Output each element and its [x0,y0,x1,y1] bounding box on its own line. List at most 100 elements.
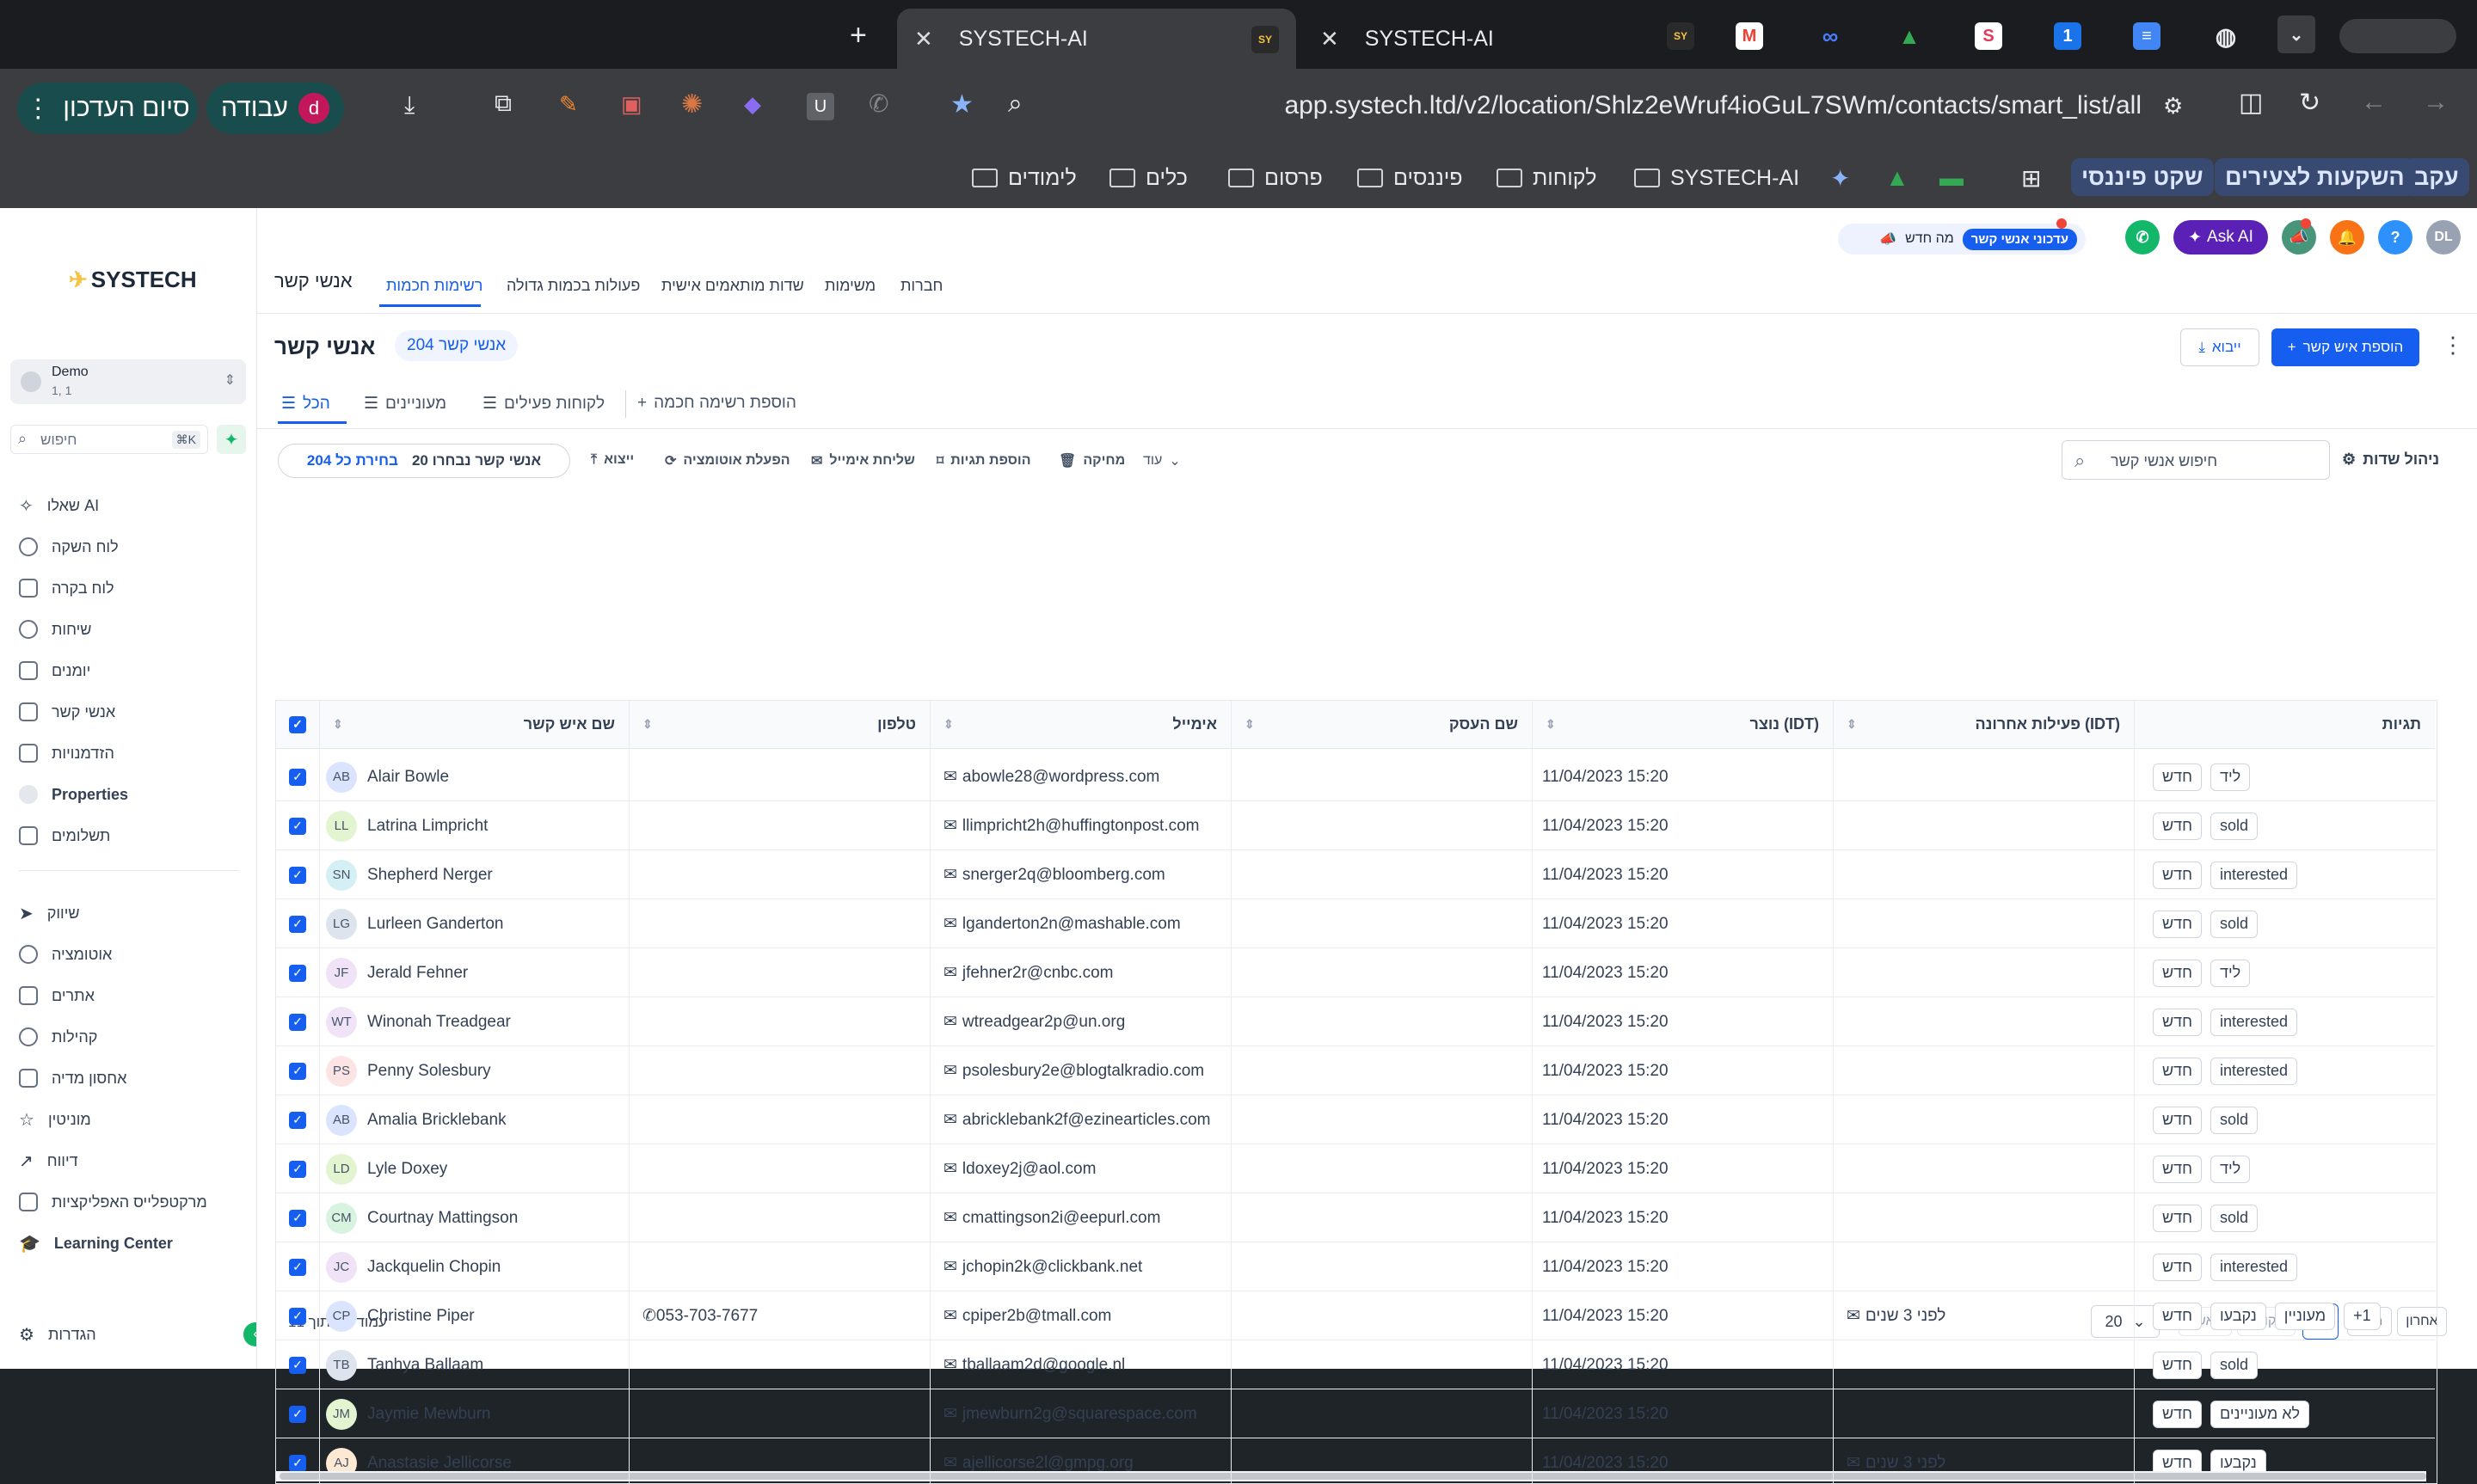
bookmark-folder[interactable]: פרסום [1228,160,1323,196]
sheets-icon[interactable]: ▬ [1939,160,1964,196]
sidebar-item-ask-ai[interactable]: ✧ שאלו AI [19,488,243,523]
checkbox[interactable]: ✓ [289,1356,306,1374]
table-row[interactable]: ✓ SN Shepherd Nerger ✉ snerger2q@bloomberg.… [276,850,2435,899]
column-header-name[interactable]: ⇕ שם איש קשר [319,701,629,749]
drive-icon[interactable]: ▲ [1896,22,1923,50]
selection-chip[interactable]: בחירת כל 204 20 אנשי קשר נבחרו [278,444,570,478]
bookmark-folder[interactable]: לימודים [972,160,1077,196]
email-value[interactable]: abowle28@wordpress.com [962,768,1159,787]
add-tags-button[interactable]: ⌑ הוספת תגיות [937,452,1031,469]
table-row[interactable]: ✓ PS Penny Solesbury ✉ psolesbury2e@blogtal… [276,1046,2435,1095]
bell-icon[interactable]: 🔔 [2330,220,2364,254]
tab-tasks[interactable]: משימות [825,277,876,295]
column-header-tags[interactable]: תגיות [2134,701,2435,749]
bookmark-folder[interactable]: פיננסים [1357,160,1463,196]
profile-switcher[interactable] [2339,19,2456,53]
gmail-icon[interactable]: M [1736,22,1763,50]
phone-extension-icon[interactable]: ✆ [869,89,888,118]
contact-name[interactable]: Winonah Treadgear [367,1013,511,1032]
tab-active[interactable]: ✕ SYSTECH-AI SY [897,9,1296,69]
sort-icon[interactable]: ⇕ [642,717,653,732]
megaphone-icon[interactable]: 📣 [2282,220,2316,254]
tab-companies[interactable]: חברות [900,277,943,295]
gemini-icon[interactable]: ✦ [1830,160,1850,196]
email-value[interactable]: cmattingson2i@eepurl.com [962,1209,1161,1228]
site-settings-icon[interactable]: ⚙ [2163,93,2183,120]
checkbox[interactable]: ✓ [289,1160,306,1178]
account-switcher[interactable]: Demo 1, 1 ⇕ [10,359,246,404]
checkbox[interactable]: ✓ [289,964,306,982]
sidebar-item-learning-center[interactable]: 🎓 Learning Center [19,1226,243,1260]
checkbox[interactable]: ✓ [289,817,306,835]
globe-icon[interactable]: ◍ [2212,22,2240,50]
sidebar-item-media[interactable]: אחסון מדיה [19,1061,243,1095]
pen-extension-icon[interactable]: ✎ [559,91,578,118]
more-dropdown[interactable]: עוד ⌄ [1143,452,1181,469]
search-input[interactable]: ⌕ חיפוש ⌘K [10,425,208,454]
contact-name[interactable]: Lurleen Ganderton [367,915,503,934]
bookmark-pill[interactable]: עקב [2404,158,2469,196]
profile-button[interactable]: עבודה d [206,83,344,134]
checkbox[interactable]: ✓ [289,768,306,786]
meta-icon[interactable]: ∞ [1816,22,1844,50]
side-panel-icon[interactable]: ◫ [2239,88,2263,118]
contact-name[interactable]: Alair Bowle [367,768,449,787]
sidebar-item-launchpad[interactable]: לוח השקה [19,530,243,564]
select-all-checkbox[interactable]: ✓ [276,701,319,749]
column-header-activity[interactable]: ⇕ פעילות אחרונה (IDT) [1833,701,2134,749]
bookmark-pill[interactable]: שקט פיננסי [2071,158,2214,196]
sidebar-item-calendars[interactable]: יומנים [19,653,243,688]
column-header-email[interactable]: ⇕ אימייל [930,701,1231,749]
extensions-icon[interactable]: ⧉ [495,89,512,118]
kebab-icon[interactable]: ⋮ [2442,332,2464,359]
import-button[interactable]: ⤓ ייבוא [2180,328,2259,366]
email-value[interactable]: snerger2q@bloomberg.com [962,866,1165,885]
sidebar-item-communities[interactable]: קהילות [19,1020,243,1054]
u-extension-icon[interactable]: U [807,93,834,120]
tab-bulk-actions[interactable]: פעולות בכמות גדולה [507,277,640,295]
list-tab-all[interactable]: ☰ הכל [281,394,330,414]
email-value[interactable]: llimpricht2h@huffingtonpost.com [962,817,1200,836]
extension-icon[interactable]: ◆ [744,91,761,118]
email-value[interactable]: ajellicorse2l@gmpg.org [962,1454,1134,1473]
email-value[interactable]: lganderton2n@mashable.com [962,915,1181,934]
close-icon[interactable]: ✕ [1320,26,1339,52]
table-row[interactable]: ✓ JF Jerald Fehner ✉ jfehner2r@cnbc.com 11/0… [276,948,2435,997]
sort-icon[interactable]: ⇕ [1245,717,1255,732]
checkbox[interactable]: ✓ [289,1307,306,1325]
bookmark-folder[interactable]: כלים [1109,160,1188,196]
claude-extension-icon[interactable]: ✺ [681,89,703,120]
checkbox[interactable]: ✓ [289,1111,306,1129]
phone-icon[interactable]: ✆ [2125,220,2160,254]
table-row[interactable]: ✓ WT Winonah Treadgear ✉ wtreadgear2p@un.or… [276,997,2435,1046]
tab-custom-fields[interactable]: שדות מותאמים אישית [661,277,804,295]
checkbox[interactable]: ✓ [289,1013,306,1031]
manage-fields-button[interactable]: ⚙ ניהול שדות [2342,451,2439,469]
new-tab-icon[interactable]: + [850,19,867,52]
email-value[interactable]: jmewburn2g@squarespace.com [962,1405,1197,1424]
email-value[interactable]: ldoxey2j@aol.com [962,1160,1097,1179]
column-header-business[interactable]: ⇕ שם העסק [1231,701,1532,749]
whats-new-banner[interactable]: 📣 מה חדש עדכוני אנשי קשר [1838,224,2086,254]
sort-icon[interactable]: ⇕ [333,717,343,732]
download-icon[interactable]: ⤓ [404,91,415,120]
column-header-phone[interactable]: ⇕ טלפון [629,701,930,749]
sidebar-item-sites[interactable]: אתרים [19,978,243,1013]
table-row[interactable]: ✓ AB Alair Bowle ✉ abowle28@wordpress.com 11… [276,752,2435,801]
back-icon[interactable]: ← [2361,88,2387,117]
email-value[interactable]: jfehner2r@cnbc.com [962,964,1114,983]
email-value[interactable]: wtreadgear2p@un.org [962,1013,1125,1032]
email-value[interactable]: abricklebank2f@ezinearticles.com [962,1111,1211,1130]
checkbox[interactable]: ✓ [289,1062,306,1080]
avatar[interactable]: DL [2426,220,2461,254]
quick-action-icon[interactable]: ✦ [217,425,246,454]
drive-icon[interactable]: ▲ [1885,160,1909,196]
contact-name[interactable]: Lyle Doxey [367,1160,447,1179]
contact-name[interactable]: Jaymie Mewburn [367,1405,491,1424]
table-row[interactable]: ✓ LG Lurleen Ganderton ✉ lganderton2n@masha… [276,899,2435,948]
onepassword-icon[interactable]: 1 [2054,22,2081,50]
table-row[interactable]: ✓ LD Lyle Doxey ✉ ldoxey2j@aol.com 11/04/202… [276,1144,2435,1193]
sort-icon[interactable]: ⇕ [943,717,954,732]
checkbox[interactable]: ✓ [289,1454,306,1472]
contact-name[interactable]: Jackquelin Chopin [367,1258,501,1277]
